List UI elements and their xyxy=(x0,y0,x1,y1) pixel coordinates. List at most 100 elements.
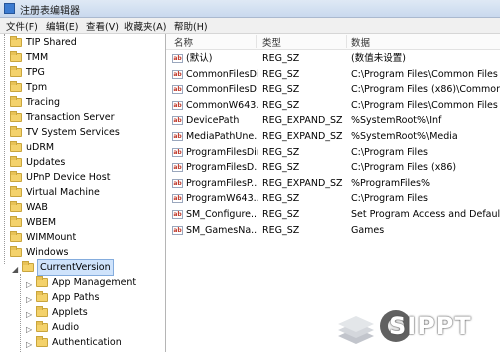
values-header: 名称 类型 数据 xyxy=(166,34,500,50)
folder-icon xyxy=(10,201,22,212)
collapsed-arrow-icon[interactable]: ▷ xyxy=(26,307,32,322)
column-data[interactable]: 数据 xyxy=(351,35,370,49)
folder-icon xyxy=(10,186,22,197)
value-name: CommonFilesD... xyxy=(186,84,258,96)
tree-item-label: App Paths xyxy=(52,292,100,303)
value-type: REG_SZ xyxy=(262,146,300,158)
tree-item-label: TV System Services xyxy=(26,127,120,138)
value-row[interactable]: abCommonFilesD... REG_SZ C:\Program Files … xyxy=(166,82,500,97)
value-row[interactable]: ab CommonW643... REG_SZ C:\Program Files\Co… xyxy=(166,98,500,113)
menu-favorites[interactable]: 收藏夹(A) xyxy=(124,19,166,33)
folder-icon xyxy=(10,156,22,167)
value-name: CommonW643... xyxy=(186,99,258,111)
value-type: REG_SZ xyxy=(262,193,300,205)
title-bar: 注册表编辑器 xyxy=(0,0,500,18)
value-row[interactable]: ab (默认) REG_SZ (数值未设置) xyxy=(166,51,500,66)
folder-icon xyxy=(36,306,48,317)
string-value-icon: ab xyxy=(172,178,183,188)
tree-item-label: Updates xyxy=(26,157,66,168)
value-name: SM_GamesNa... xyxy=(186,224,258,236)
column-name[interactable]: 名称 xyxy=(174,35,193,49)
tree-item-label: Virtual Machine xyxy=(26,187,100,198)
tree-item-label: WIMMount xyxy=(26,232,77,243)
string-value-icon: ab xyxy=(172,147,183,157)
collapsed-arrow-icon[interactable]: ▷ xyxy=(26,277,32,292)
folder-icon xyxy=(10,231,22,242)
value-data: C:\Program Files (x86) xyxy=(351,162,457,174)
folder-icon xyxy=(10,141,22,152)
folder-icon xyxy=(36,336,48,347)
value-data: %SystemRoot%\Media xyxy=(351,131,458,142)
value-row[interactable]: ab SM_GamesNa... REG_SZ Games xyxy=(166,223,500,238)
tree-item-label: UPnP Device Host xyxy=(26,172,111,183)
value-row[interactable]: ab SM_Configure... REG_SZ Set Program Acces… xyxy=(166,207,500,222)
value-data: %SystemRoot%\Inf xyxy=(351,115,442,127)
registry-key-tree[interactable]: TIP Shared TMM TPG Tpm Tracing Transaction Se… xyxy=(0,34,166,352)
collapsed-arrow-icon[interactable]: ▷ xyxy=(26,337,32,352)
string-value-icon: ab xyxy=(172,100,183,110)
tree-item-label: Tracing xyxy=(26,97,61,108)
tree-item-label: Applets xyxy=(52,307,88,318)
column-divider[interactable] xyxy=(256,35,257,48)
value-data: (数值未设置) xyxy=(351,53,406,64)
tree-item-label: TMM xyxy=(26,52,49,63)
watermark: SIPPT xyxy=(334,300,500,352)
value-data: C:\Program Files (x86)\Common Fi xyxy=(351,84,500,96)
value-row[interactable]: ab ProgramFilesP... REG_EXPAND_SZ %ProgramF… xyxy=(166,176,500,191)
value-type: REG_SZ xyxy=(262,84,300,96)
value-row[interactable]: ab ProgramFilesD... REG_SZ C:\Program Files… xyxy=(166,160,500,175)
folder-icon xyxy=(10,81,22,92)
menu-bar: 文件(F) 编辑(E) 查看(V) 收藏夹(A) 帮助(H) xyxy=(0,18,500,34)
folder-icon xyxy=(36,291,48,302)
folder-icon xyxy=(10,36,22,47)
folder-icon xyxy=(10,246,22,257)
value-name: MediaPathUne... xyxy=(186,131,258,142)
expanded-arrow-icon[interactable]: ◢ xyxy=(12,262,18,277)
menu-file[interactable]: 文件(F) xyxy=(6,19,38,33)
string-value-icon: ab xyxy=(172,225,183,235)
watermark-text: SIPPT xyxy=(389,312,472,340)
tree-item-label: App Management xyxy=(52,277,137,288)
string-value-icon: ab xyxy=(172,132,183,141)
folder-icon xyxy=(10,171,22,182)
tree-item-label: WBEM xyxy=(26,217,57,228)
open-folder-icon xyxy=(22,261,34,272)
string-value-icon: ab xyxy=(172,69,183,79)
value-name: CommonFilesDir xyxy=(186,68,258,80)
value-data: C:\Program Files\Common Files xyxy=(351,99,498,111)
tree-item-label: TPG xyxy=(26,67,45,78)
string-value-icon: ab xyxy=(172,85,183,95)
value-row[interactable]: ab MediaPathUne... REG_EXPAND_SZ %SystemRoo… xyxy=(166,129,500,144)
tree-line xyxy=(4,34,5,264)
menu-view[interactable]: 查看(V) xyxy=(86,19,119,33)
folder-icon xyxy=(10,51,22,62)
value-name: SM_Configure... xyxy=(186,209,258,220)
value-row[interactable]: ab ProgramFilesDir REG_SZ C:\Program Files xyxy=(166,145,500,160)
value-row[interactable]: ab CommonFilesDir REG_SZ C:\Program Files\C… xyxy=(166,67,500,82)
value-data: C:\Program Files xyxy=(351,146,428,158)
value-type: REG_SZ xyxy=(262,99,300,111)
column-divider[interactable] xyxy=(346,35,347,48)
folder-icon xyxy=(10,111,22,122)
value-type: REG_EXPAND_SZ xyxy=(262,177,343,189)
value-type: REG_SZ xyxy=(262,224,300,236)
value-type: REG_SZ xyxy=(262,209,300,220)
tree-item-label: TIP Shared xyxy=(26,37,77,48)
value-data: C:\Program Files\Common Files xyxy=(351,68,498,80)
value-name: (默认) xyxy=(186,53,213,64)
string-value-icon: ab xyxy=(172,116,183,126)
menu-edit[interactable]: 编辑(E) xyxy=(46,19,78,33)
collapsed-arrow-icon[interactable]: ▷ xyxy=(26,322,32,337)
folder-icon xyxy=(10,66,22,77)
value-type: REG_SZ xyxy=(262,53,300,64)
value-data: C:\Program Files xyxy=(351,193,428,205)
value-data: Games xyxy=(351,224,385,236)
column-type[interactable]: 类型 xyxy=(262,35,281,49)
menu-help[interactable]: 帮助(H) xyxy=(174,19,208,33)
value-name: ProgramW643... xyxy=(186,193,258,205)
folder-icon xyxy=(36,276,48,287)
value-row[interactable]: ab DevicePath REG_EXPAND_SZ %SystemRoot%\In… xyxy=(166,113,500,128)
value-row[interactable]: ab ProgramW643... REG_SZ C:\Program Files xyxy=(166,191,500,206)
collapsed-arrow-icon[interactable]: ▷ xyxy=(26,292,32,307)
value-data: Set Program Access and Defaults xyxy=(351,209,500,220)
